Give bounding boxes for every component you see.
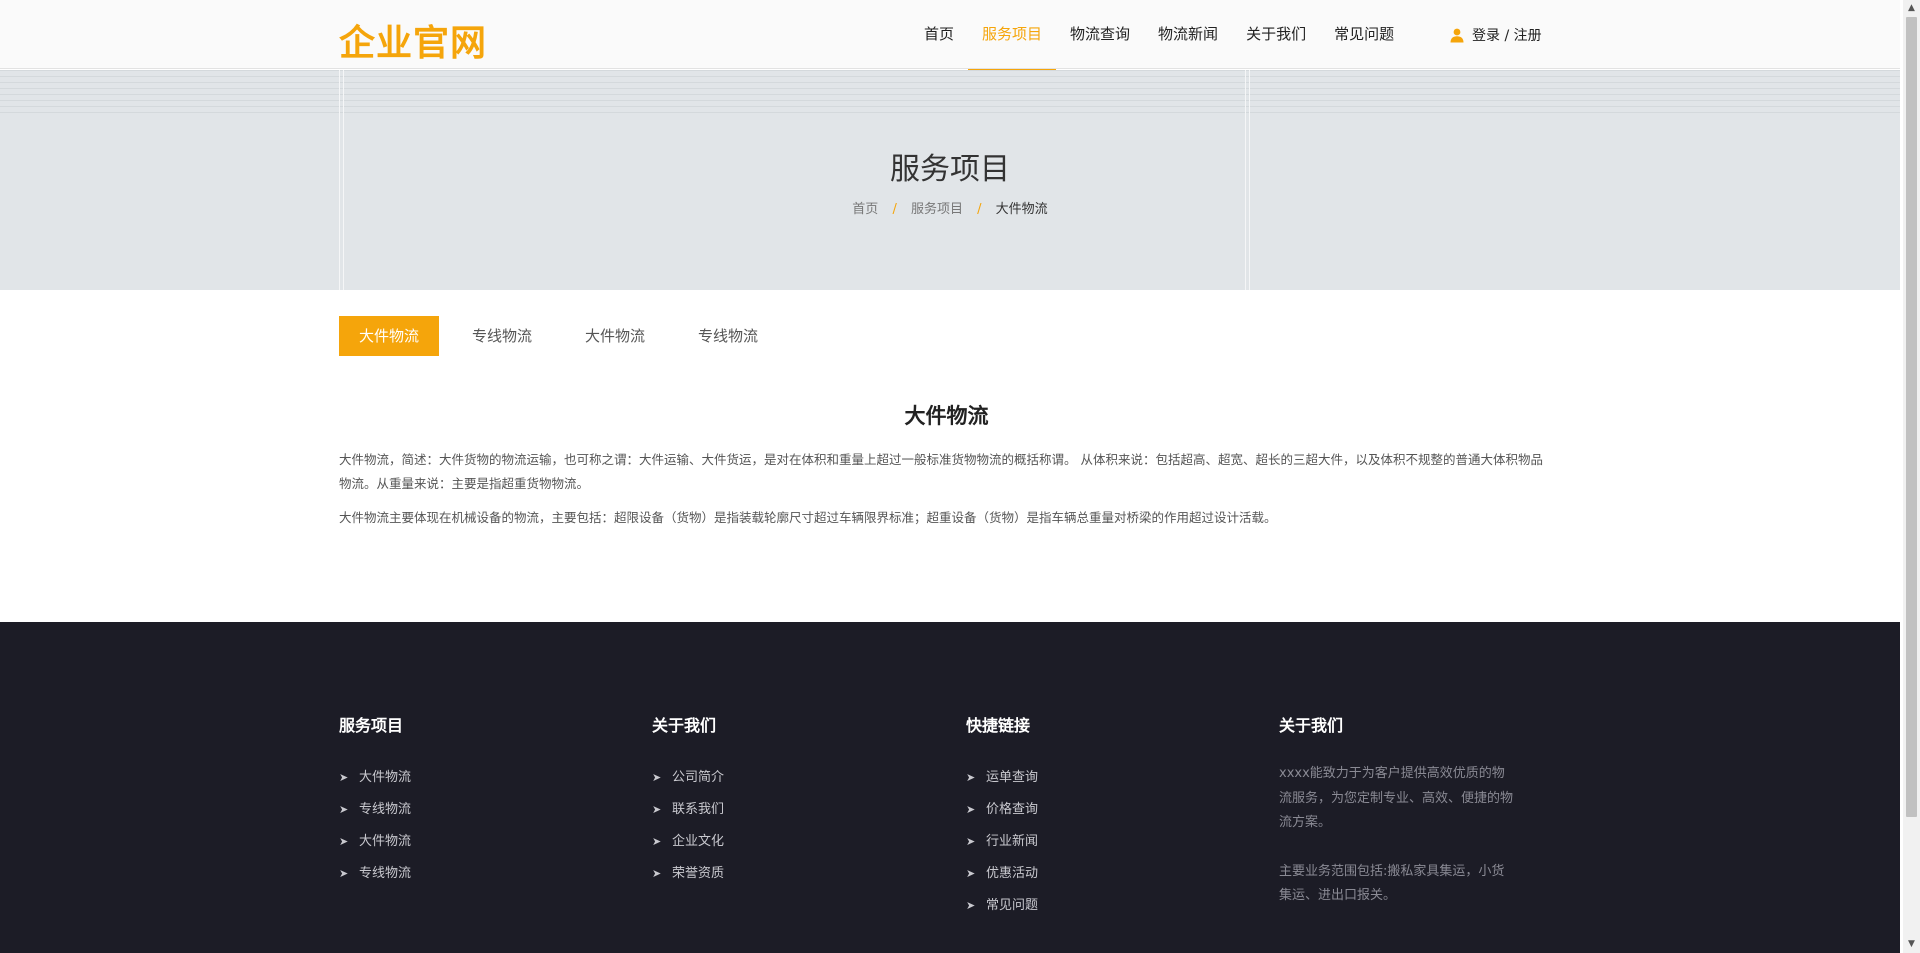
service-tabs: 大件物流 专线物流 大件物流 专线物流 [339, 316, 791, 356]
page-scrollbar[interactable]: ▲ ▼ [1903, 0, 1920, 953]
footer-column-title: 关于我们 [652, 716, 717, 735]
footer-link-label: 运单查询 [986, 770, 1039, 785]
nav-item-faq[interactable]: 常见问题 [1320, 0, 1408, 69]
footer-link[interactable]: ➤ 企业文化 [652, 826, 724, 858]
footer-column-quick-links: 快捷链接 ➤ 运单查询 ➤ 价格查询 ➤ 行业新闻 ➤ 优惠活动 ➤ 常见问题 [966, 712, 1038, 922]
footer-link-label: 联系我们 [672, 802, 725, 817]
nav-item-home[interactable]: 首页 [910, 0, 968, 69]
breadcrumb-separator: / [892, 202, 897, 217]
footer-link[interactable]: ➤ 专线物流 [339, 858, 411, 890]
footer-link-label: 专线物流 [359, 802, 412, 817]
footer-column-services: 服务项目 ➤ 大件物流 ➤ 专线物流 ➤ 大件物流 ➤ 专线物流 [339, 712, 411, 890]
footer-link[interactable]: ➤ 联系我们 [652, 794, 724, 826]
footer-link[interactable]: ➤ 运单查询 [966, 762, 1038, 794]
footer-column-title: 服务项目 [339, 716, 404, 735]
breadcrumb-current: 大件物流 [995, 202, 1048, 217]
footer-column-about: 关于我们 ➤ 公司简介 ➤ 联系我们 ➤ 企业文化 ➤ 荣誉资质 [652, 712, 724, 890]
footer-link[interactable]: ➤ 行业新闻 [966, 826, 1038, 858]
arrow-right-icon: ➤ [339, 867, 349, 880]
arrow-right-icon: ➤ [966, 803, 976, 816]
user-icon [1450, 28, 1464, 42]
arrow-right-icon: ➤ [339, 835, 349, 848]
footer-link-label: 公司简介 [672, 770, 725, 785]
arrow-right-icon: ➤ [339, 803, 349, 816]
article: 大件物流 大件物流，简述：大件货物的物流运输，也可称之谓：大件运输、大件货运，是… [339, 400, 1554, 540]
footer-link[interactable]: ➤ 公司简介 [652, 762, 724, 794]
scroll-up-arrow-icon[interactable]: ▲ [1903, 0, 1920, 17]
arrow-right-icon: ➤ [652, 867, 662, 880]
footer-link[interactable]: ➤ 荣誉资质 [652, 858, 724, 890]
footer-column-title: 快捷链接 [966, 716, 1031, 735]
tab-heavy-logistics[interactable]: 大件物流 [339, 316, 440, 356]
main-nav: 首页 服务项目 物流查询 物流新闻 关于我们 常见问题 [910, 0, 1408, 73]
arrow-right-icon: ➤ [966, 835, 976, 848]
footer-link-label: 行业新闻 [986, 834, 1039, 849]
arrow-right-icon: ➤ [339, 771, 349, 784]
footer-link-label: 专线物流 [359, 866, 412, 881]
login-register-link[interactable]: 登录 / 注册 [1449, 0, 1542, 69]
arrow-right-icon: ➤ [966, 771, 976, 784]
page: 企业官网 首页 服务项目 物流查询 物流新闻 关于我们 常见问题 登录 / 注册… [0, 0, 1900, 953]
tab-dedicated-line-2[interactable]: 专线物流 [678, 316, 778, 356]
nav-item-services[interactable]: 服务项目 [968, 0, 1057, 73]
scroll-thumb[interactable] [1906, 17, 1917, 817]
company-intro-paragraph: xxxx能致力于为客户提供高效优质的物流服务，为您定制专业、高效、便捷的物流方案… [1279, 766, 1514, 830]
page-title: 服务项目 [890, 152, 1010, 187]
banner-stripes [0, 70, 1900, 118]
footer-column-company-intro: 关于我们 xxxx能致力于为客户提供高效优质的物流服务，为您定制专业、高效、便捷… [1279, 712, 1513, 909]
footer-link-label: 大件物流 [359, 834, 412, 849]
footer-link-label: 荣誉资质 [672, 866, 725, 881]
site-footer: 服务项目 ➤ 大件物流 ➤ 专线物流 ➤ 大件物流 ➤ 专线物流 关于我们 ➤ 公司简介 … [0, 622, 1900, 953]
page-banner: 服务项目 首页 / 服务项目 / 大件物流 [0, 70, 1900, 290]
nav-item-news[interactable]: 物流新闻 [1144, 0, 1232, 69]
footer-link[interactable]: ➤ 常见问题 [966, 890, 1038, 922]
footer-link-label: 优惠活动 [986, 866, 1039, 881]
nav-item-about[interactable]: 关于我们 [1232, 0, 1320, 69]
logo[interactable]: 企业官网 [339, 14, 487, 66]
breadcrumb-separator: / [977, 202, 982, 217]
scroll-down-arrow-icon[interactable]: ▼ [1903, 936, 1920, 953]
footer-column-title: 关于我们 [1279, 716, 1344, 735]
tab-dedicated-line[interactable]: 专线物流 [452, 316, 552, 356]
article-title: 大件物流 [904, 404, 989, 428]
footer-link[interactable]: ➤ 专线物流 [339, 794, 411, 826]
login-register-label: 登录 / 注册 [1472, 27, 1542, 44]
site-header: 企业官网 首页 服务项目 物流查询 物流新闻 关于我们 常见问题 登录 / 注册 [0, 0, 1900, 73]
footer-link-label: 大件物流 [359, 770, 412, 785]
footer-link-label: 常见问题 [986, 898, 1039, 913]
article-paragraph: 大件物流主要体现在机械设备的物流，主要包括：超限设备（货物）是指装载轮廓尺寸超过… [339, 510, 1277, 525]
breadcrumb: 首页 / 服务项目 / 大件物流 [0, 198, 1900, 217]
footer-link[interactable]: ➤ 大件物流 [339, 762, 411, 794]
arrow-right-icon: ➤ [652, 803, 662, 816]
footer-link[interactable]: ➤ 价格查询 [966, 794, 1038, 826]
footer-link-label: 价格查询 [986, 802, 1039, 817]
arrow-right-icon: ➤ [652, 771, 662, 784]
footer-link[interactable]: ➤ 大件物流 [339, 826, 411, 858]
footer-link-label: 企业文化 [672, 834, 725, 849]
nav-item-tracking[interactable]: 物流查询 [1056, 0, 1144, 69]
breadcrumb-services[interactable]: 服务项目 [911, 202, 963, 217]
breadcrumb-home[interactable]: 首页 [852, 202, 878, 217]
article-paragraph: 大件物流，简述：大件货物的物流运输，也可称之谓：大件运输、大件货运，是对在体积和… [339, 452, 1543, 491]
arrow-right-icon: ➤ [652, 835, 662, 848]
arrow-right-icon: ➤ [966, 899, 976, 912]
arrow-right-icon: ➤ [966, 867, 976, 880]
company-intro: xxxx能致力于为客户提供高效优质的物流服务，为您定制专业、高效、便捷的物流方案… [1279, 762, 1513, 909]
company-intro-paragraph: 主要业务范围包括:搬私家具集运，小货集运、进出口报关。 [1279, 863, 1505, 904]
tab-heavy-logistics-2[interactable]: 大件物流 [565, 316, 665, 356]
footer-link[interactable]: ➤ 优惠活动 [966, 858, 1038, 890]
